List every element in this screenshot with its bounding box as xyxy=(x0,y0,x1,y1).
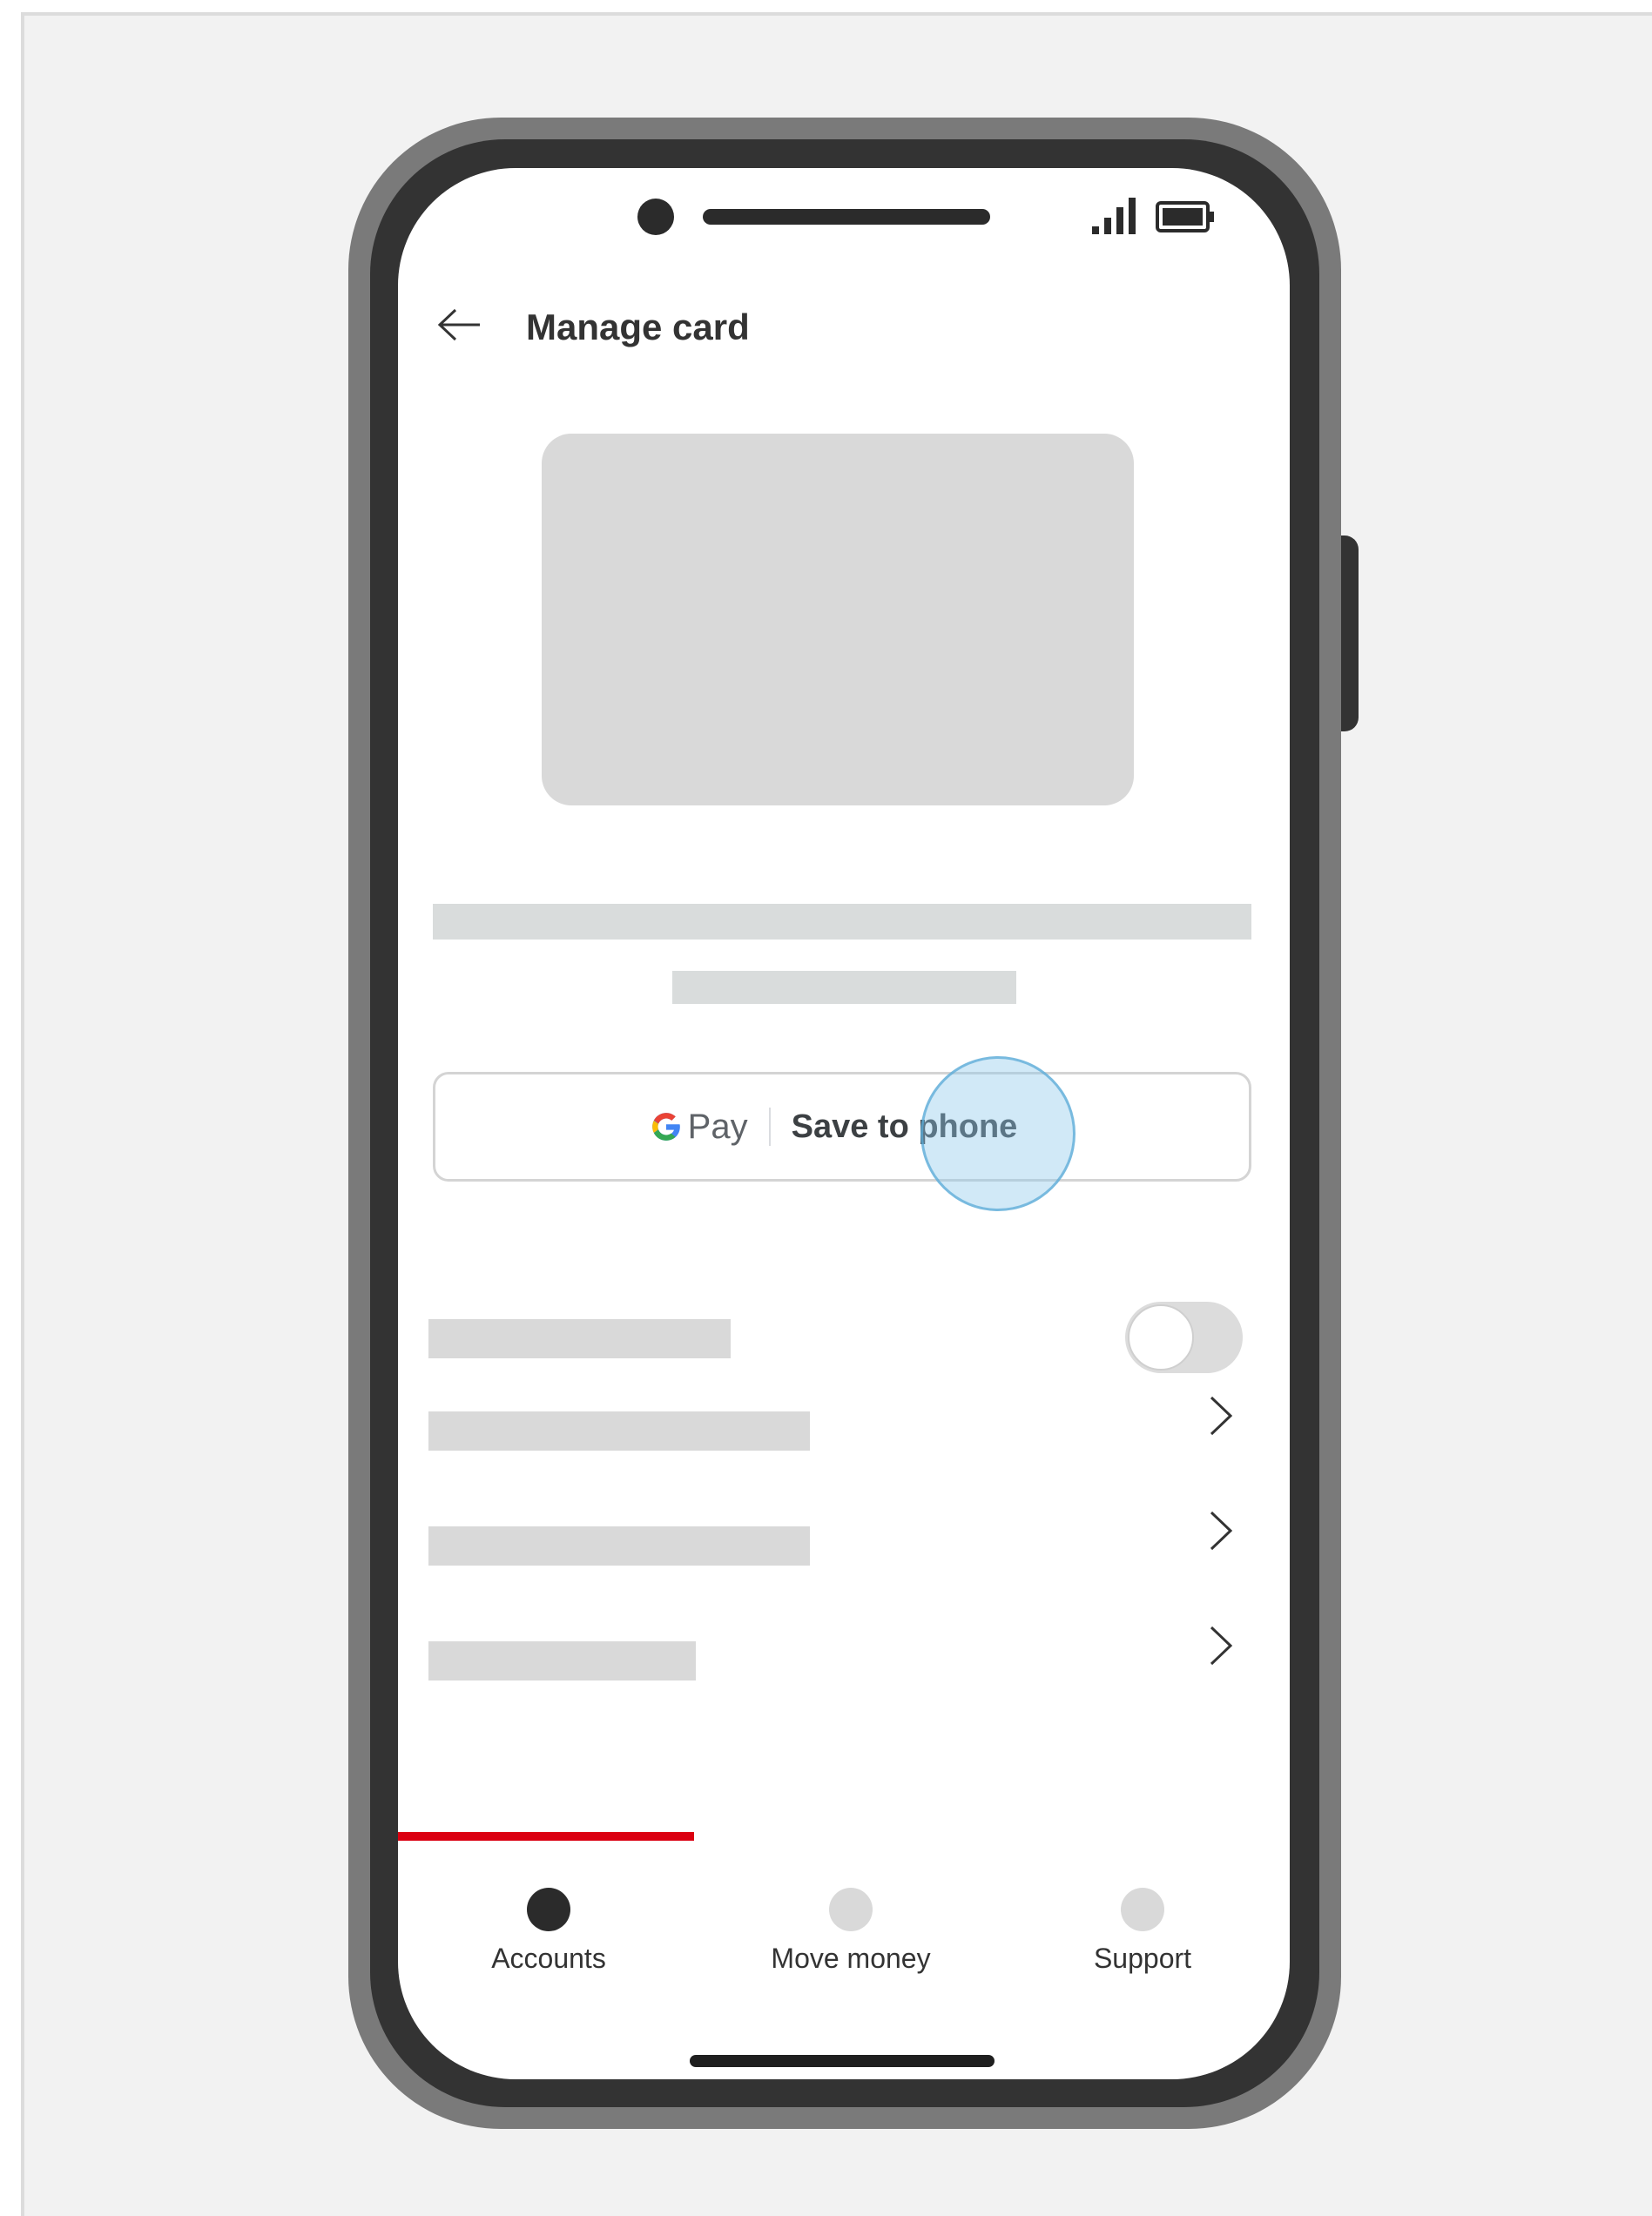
chevron-right-icon xyxy=(1210,1626,1233,1666)
settings-row-chevron[interactable] xyxy=(1199,1620,1243,1672)
settings-toggle[interactable] xyxy=(1125,1302,1243,1373)
nav-item-support[interactable]: Support xyxy=(1038,1888,1247,1975)
nav-label: Move money xyxy=(771,1943,931,1974)
nav-label: Support xyxy=(1093,1943,1192,1974)
page-title: Manage card xyxy=(526,306,750,347)
active-tab-indicator xyxy=(398,1832,694,1841)
phone-screen: Manage card Pay Save to phone Accounts M… xyxy=(398,168,1290,2079)
chevron-right-icon xyxy=(1210,1511,1233,1551)
back-button[interactable] xyxy=(433,299,485,351)
save-to-phone-label: Save to phone xyxy=(791,1108,1018,1145)
settings-row-chevron[interactable] xyxy=(1199,1390,1243,1442)
earpiece-speaker xyxy=(703,209,990,225)
nav-item-move-money[interactable]: Move money xyxy=(746,1888,955,1975)
google-g-icon xyxy=(651,1113,680,1141)
battery-icon xyxy=(1156,201,1214,232)
settings-row-label-placeholder xyxy=(428,1641,696,1681)
settings-row-label-placeholder xyxy=(428,1319,731,1358)
toggle-knob xyxy=(1128,1304,1194,1371)
nav-item-accounts[interactable]: Accounts xyxy=(444,1888,653,1975)
save-to-phone-button[interactable]: Pay Save to phone xyxy=(433,1072,1251,1182)
gpay-button-content: Pay Save to phone xyxy=(650,1107,1018,1147)
front-camera xyxy=(637,199,674,235)
gpay-divider xyxy=(768,1108,771,1146)
chevron-right-icon xyxy=(1210,1396,1233,1436)
home-indicator[interactable] xyxy=(690,2055,995,2067)
settings-row-chevron[interactable] xyxy=(1199,1505,1243,1557)
settings-row-label-placeholder xyxy=(428,1526,810,1566)
card-name-placeholder xyxy=(433,904,1251,940)
support-icon xyxy=(1121,1888,1164,1931)
card-number-placeholder xyxy=(672,971,1016,1004)
signal-icon xyxy=(1092,198,1136,234)
settings-row-label-placeholder xyxy=(428,1411,810,1451)
move-money-icon xyxy=(829,1888,873,1931)
accounts-icon xyxy=(527,1888,570,1931)
arrow-left-icon xyxy=(437,308,480,341)
card-image-placeholder xyxy=(542,434,1134,805)
nav-label: Accounts xyxy=(491,1943,606,1974)
pay-wordmark: Pay xyxy=(687,1107,748,1146)
